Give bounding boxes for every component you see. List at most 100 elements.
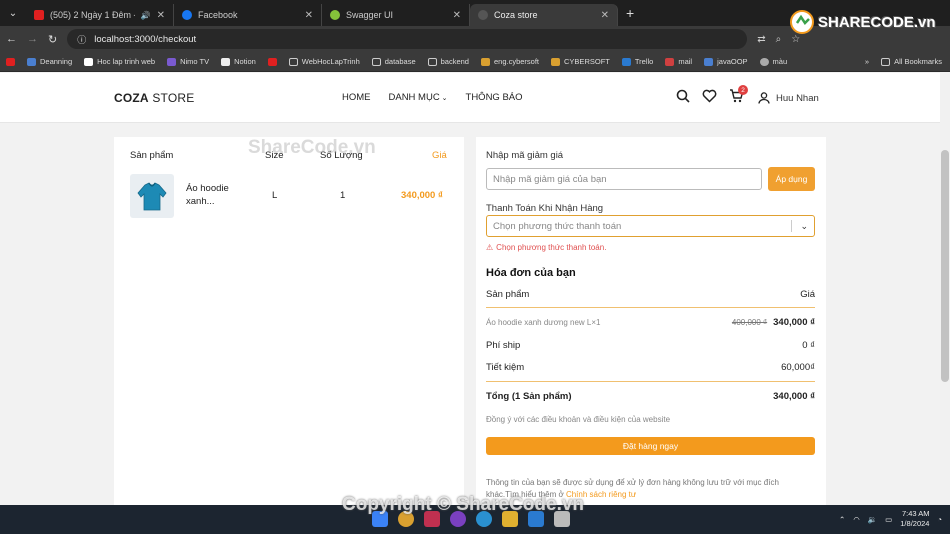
- volume-icon[interactable]: 🔉: [868, 515, 877, 524]
- bookmark-item[interactable]: javaOOP: [704, 57, 748, 66]
- checkout-panel: Nhập mã giảm giá Nhập mã giảm giá của bạ…: [476, 137, 826, 505]
- sharecode-logo-icon: [790, 10, 814, 34]
- bookmark-item[interactable]: màu: [759, 57, 787, 66]
- cart-panel: Sản phẩm Size Số Lượng Giá Áo hoodie xan…: [114, 137, 464, 505]
- bookmark-label: Deanning: [40, 57, 73, 66]
- tab-search-icon[interactable]: ⌄: [0, 0, 26, 26]
- heart-icon[interactable]: [702, 89, 717, 103]
- close-tab-icon[interactable]: ✕: [157, 10, 165, 21]
- url-field[interactable]: ⓘ localhost:3000/checkout: [67, 29, 748, 49]
- bookmark-label: database: [384, 57, 416, 66]
- product-name[interactable]: Áo hoodie xanh...: [186, 182, 250, 208]
- bookmark-icon: [480, 57, 490, 66]
- shipping-value: 0 ₫: [802, 340, 815, 351]
- bookmark-item[interactable]: WebHocLapTrinh: [288, 57, 360, 66]
- search-icon[interactable]: [676, 89, 690, 103]
- reload-icon[interactable]: ↻: [48, 33, 57, 46]
- bookmark-item[interactable]: Deanning: [27, 57, 72, 66]
- total-label: Tổng (1 Sản phẩm): [486, 391, 572, 402]
- payment-label: Thanh Toán Khi Nhận Hàng: [486, 203, 604, 214]
- line-item-name: Áo hoodie xanh dương new L×1: [486, 318, 601, 327]
- privacy-policy-link[interactable]: Chính sách riêng tư: [566, 490, 636, 499]
- bookmark-icon: [27, 57, 36, 66]
- product-qty: 1: [340, 190, 346, 201]
- chevron-up-icon[interactable]: ⌃: [839, 515, 845, 524]
- apply-coupon-button[interactable]: Áp dụng: [768, 167, 815, 191]
- more-bookmarks-icon[interactable]: »: [865, 57, 869, 66]
- bookmark-label: Hoc lap trinh web: [97, 57, 156, 66]
- bookmark-label: mail: [678, 57, 693, 66]
- bookmark-item[interactable]: mail: [665, 57, 692, 66]
- browser-tab[interactable]: (505) 2 Ngày 1 Đêm - Mùa 🔊 ✕: [26, 4, 174, 26]
- speaker-icon[interactable]: 🔊: [141, 11, 151, 20]
- place-order-button[interactable]: Đặt hàng ngay: [486, 437, 815, 455]
- product-thumbnail[interactable]: [130, 174, 174, 218]
- bookmark-item[interactable]: eng.cybersoft: [480, 57, 540, 66]
- user-menu[interactable]: Huu Nhan: [758, 92, 819, 104]
- star-icon[interactable]: ☆: [791, 34, 800, 45]
- app-icon[interactable]: [554, 511, 570, 527]
- browser-tab[interactable]: Facebook ✕: [174, 4, 322, 26]
- bookmark-label: eng.cybersoft: [493, 57, 540, 66]
- bookmark-item[interactable]: Hoc lap trinh web: [84, 57, 155, 66]
- nav-notifications[interactable]: THÔNG BÁO: [466, 92, 523, 103]
- tab-title: Facebook: [198, 10, 238, 20]
- forward-icon[interactable]: →: [27, 33, 38, 45]
- invoice-header: Sản phẩm Giá: [486, 289, 815, 300]
- bookmark-item[interactable]: [267, 57, 277, 66]
- col-price-header: Giá: [432, 150, 447, 161]
- browser-tab-active[interactable]: Coza store ✕: [470, 4, 618, 26]
- notification-icon[interactable]: ◔: [937, 515, 942, 524]
- clock[interactable]: 7:43 AM 1/8/2024: [900, 509, 929, 529]
- translate-icon[interactable]: ⇄: [757, 34, 765, 45]
- all-bookmarks[interactable]: All Bookmarks: [881, 57, 942, 66]
- bookmark-item[interactable]: Trello: [621, 57, 653, 66]
- bookmark-item[interactable]: CYBERSOFT: [551, 57, 610, 66]
- bookmark-label: Notion: [234, 57, 256, 66]
- user-icon: [758, 92, 770, 104]
- bookmark-item[interactable]: [6, 57, 15, 66]
- bookmark-label: backend: [440, 57, 469, 66]
- payment-method-select[interactable]: Chọn phương thức thanh toán ⌄: [486, 215, 815, 237]
- close-tab-icon[interactable]: ✕: [305, 10, 313, 21]
- sharecode-logo-text: SHARECODE.vn: [818, 13, 936, 31]
- saving-label: Tiết kiệm: [486, 362, 525, 373]
- divider: [486, 307, 815, 308]
- coupon-input[interactable]: Nhập mã giảm giá của bạn: [486, 168, 762, 190]
- scrollbar-thumb[interactable]: [941, 150, 949, 382]
- back-icon[interactable]: ←: [6, 33, 17, 45]
- vscode-icon[interactable]: [528, 511, 544, 527]
- product-price: 340,000 ₫: [401, 190, 443, 201]
- col-size-header: Size: [265, 150, 284, 161]
- github-icon[interactable]: [450, 511, 466, 527]
- invoice-col-product: Sản phẩm: [486, 289, 530, 300]
- wifi-icon[interactable]: ◠: [853, 515, 860, 524]
- bookmark-item[interactable]: database: [371, 57, 416, 66]
- bookmark-label: WebHocLapTrinh: [301, 57, 360, 66]
- nav-categories[interactable]: DANH MỤC ⌄: [389, 92, 448, 103]
- new-tab-icon[interactable]: +: [626, 5, 634, 21]
- chrome-icon[interactable]: [398, 511, 414, 527]
- close-tab-icon[interactable]: ✕: [453, 10, 461, 21]
- nav-home[interactable]: HOME: [342, 92, 371, 103]
- bookmark-label: Nimo TV: [180, 57, 210, 66]
- bookmark-item[interactable]: backend: [427, 57, 469, 66]
- page: COZA STORE HOME DANH MỤC ⌄ THÔNG BÁO Huu…: [0, 73, 940, 505]
- sharecode-logo: SHARECODE.vn: [790, 10, 936, 34]
- app-icon[interactable]: [476, 511, 492, 527]
- battery-icon[interactable]: ▭: [885, 515, 892, 524]
- zoom-icon[interactable]: ⌕: [776, 34, 782, 45]
- logo-bold: COZA: [114, 91, 149, 105]
- folder-icon[interactable]: [502, 511, 518, 527]
- windows-start-icon[interactable]: [372, 511, 388, 527]
- close-tab-icon[interactable]: ✕: [601, 10, 609, 21]
- coupon-label: Nhập mã giảm giá: [486, 150, 564, 161]
- browser-tab[interactable]: Swagger UI ✕: [322, 4, 470, 26]
- site-logo[interactable]: COZA STORE: [114, 91, 194, 105]
- intellij-icon[interactable]: [424, 511, 440, 527]
- coupon-placeholder: Nhập mã giảm giá của bạn: [493, 173, 607, 185]
- bookmark-item[interactable]: Notion: [221, 57, 256, 66]
- site-info-icon[interactable]: ⓘ: [77, 33, 86, 46]
- bookmark-item[interactable]: Nimo TV: [167, 57, 209, 66]
- total-value: 340,000 ₫: [773, 391, 815, 402]
